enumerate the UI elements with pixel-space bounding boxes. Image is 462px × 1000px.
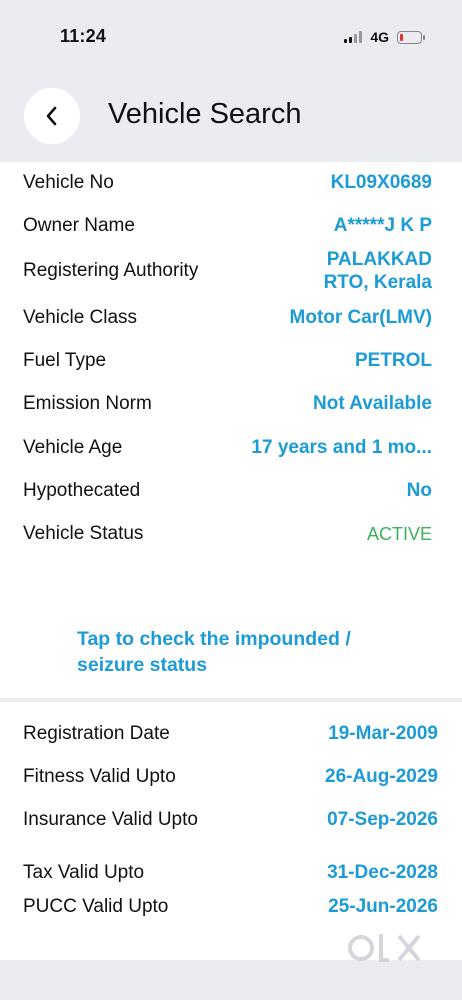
date-row-fitness: Fitness Valid Upto 26-Aug-2029 (0, 764, 462, 790)
detail-label: Emission Norm (23, 393, 152, 414)
date-label: PUCC Valid Upto (23, 896, 169, 917)
detail-label: Fuel Type (23, 350, 107, 371)
detail-row-vehicle-class: Vehicle Class Motor Car(LMV) (0, 305, 462, 331)
detail-row-registering-authority: Registering Authority PALAKKAD RTO, Kera… (0, 248, 462, 294)
detail-label: Hypothecated (23, 480, 141, 501)
bottom-area (0, 962, 462, 1000)
detail-row-emission-norm: Emission Norm Not Available (0, 391, 462, 417)
detail-row-vehicle-age: Vehicle Age 17 years and 1 mo... (0, 435, 462, 461)
detail-value: KL09X0689 (330, 172, 432, 193)
detail-value: Motor Car(LMV) (289, 307, 432, 328)
detail-row-fuel-type: Fuel Type PETROL (0, 348, 462, 374)
signal-icon (344, 31, 363, 43)
date-row-tax: Tax Valid Upto 31-Dec-2028 (0, 860, 462, 886)
detail-row-vehicle-no: Vehicle No KL09X0689 (0, 170, 462, 196)
detail-label: Vehicle No (23, 172, 114, 193)
date-value: 31-Dec-2028 (327, 862, 438, 883)
status-time: 11:24 (60, 26, 107, 46)
impound-status-link[interactable]: Tap to check the impounded / seizure sta… (77, 626, 417, 678)
validity-dates-card: Registration Date 19-Mar-2009 Fitness Va… (0, 702, 462, 960)
detail-value-line1: PALAKKAD (326, 249, 432, 270)
network-type: 4G (370, 29, 389, 45)
detail-value: Not Available (313, 393, 432, 414)
chevron-left-icon (46, 106, 57, 126)
date-value: 07-Sep-2026 (327, 809, 438, 830)
detail-value: PALAKKAD RTO, Kerala (324, 248, 462, 294)
status-badge: ACTIVE (366, 523, 432, 544)
impound-link-line1: Tap to check the impounded / (77, 628, 351, 650)
detail-row-hypothecated: Hypothecated No (0, 478, 462, 504)
impound-link-line2: seizure status (77, 654, 208, 676)
status-indicators: 4G (344, 28, 425, 46)
date-label: Tax Valid Upto (23, 862, 145, 883)
date-row-pucc: PUCC Valid Upto 25-Jun-2026 (0, 894, 462, 920)
detail-label: Vehicle Class (23, 307, 138, 328)
detail-label: Vehicle Status (23, 523, 144, 544)
detail-value: A*****J K P (333, 215, 432, 236)
back-button[interactable] (24, 88, 80, 144)
date-label: Insurance Valid Upto (23, 809, 198, 830)
detail-value: PETROL (354, 350, 432, 371)
vehicle-details-card: Vehicle No KL09X0689 Owner Name A*****J … (0, 162, 462, 698)
detail-value: 17 years and 1 mo... (251, 437, 432, 458)
detail-value-line2: RTO, Kerala (323, 272, 432, 293)
date-label: Registration Date (23, 723, 170, 744)
detail-value: No (406, 480, 432, 501)
detail-label: Registering Authority (23, 260, 199, 281)
header: Vehicle Search (0, 88, 462, 148)
detail-row-vehicle-status: Vehicle Status ACTIVE (0, 521, 462, 547)
date-value: 19-Mar-2009 (328, 723, 438, 744)
date-label: Fitness Valid Upto (23, 766, 176, 787)
status-bar: 11:24 4G (0, 0, 462, 70)
detail-row-owner-name: Owner Name A*****J K P (0, 213, 462, 239)
date-row-insurance: Insurance Valid Upto 07-Sep-2026 (0, 807, 462, 833)
date-value: 26-Aug-2029 (325, 766, 438, 787)
date-value: 25-Jun-2026 (328, 896, 438, 917)
detail-label: Vehicle Age (23, 437, 123, 458)
detail-label: Owner Name (23, 215, 135, 236)
page-title: Vehicle Search (108, 98, 302, 130)
battery-icon (397, 30, 425, 44)
date-row-registration: Registration Date 19-Mar-2009 (0, 721, 462, 747)
